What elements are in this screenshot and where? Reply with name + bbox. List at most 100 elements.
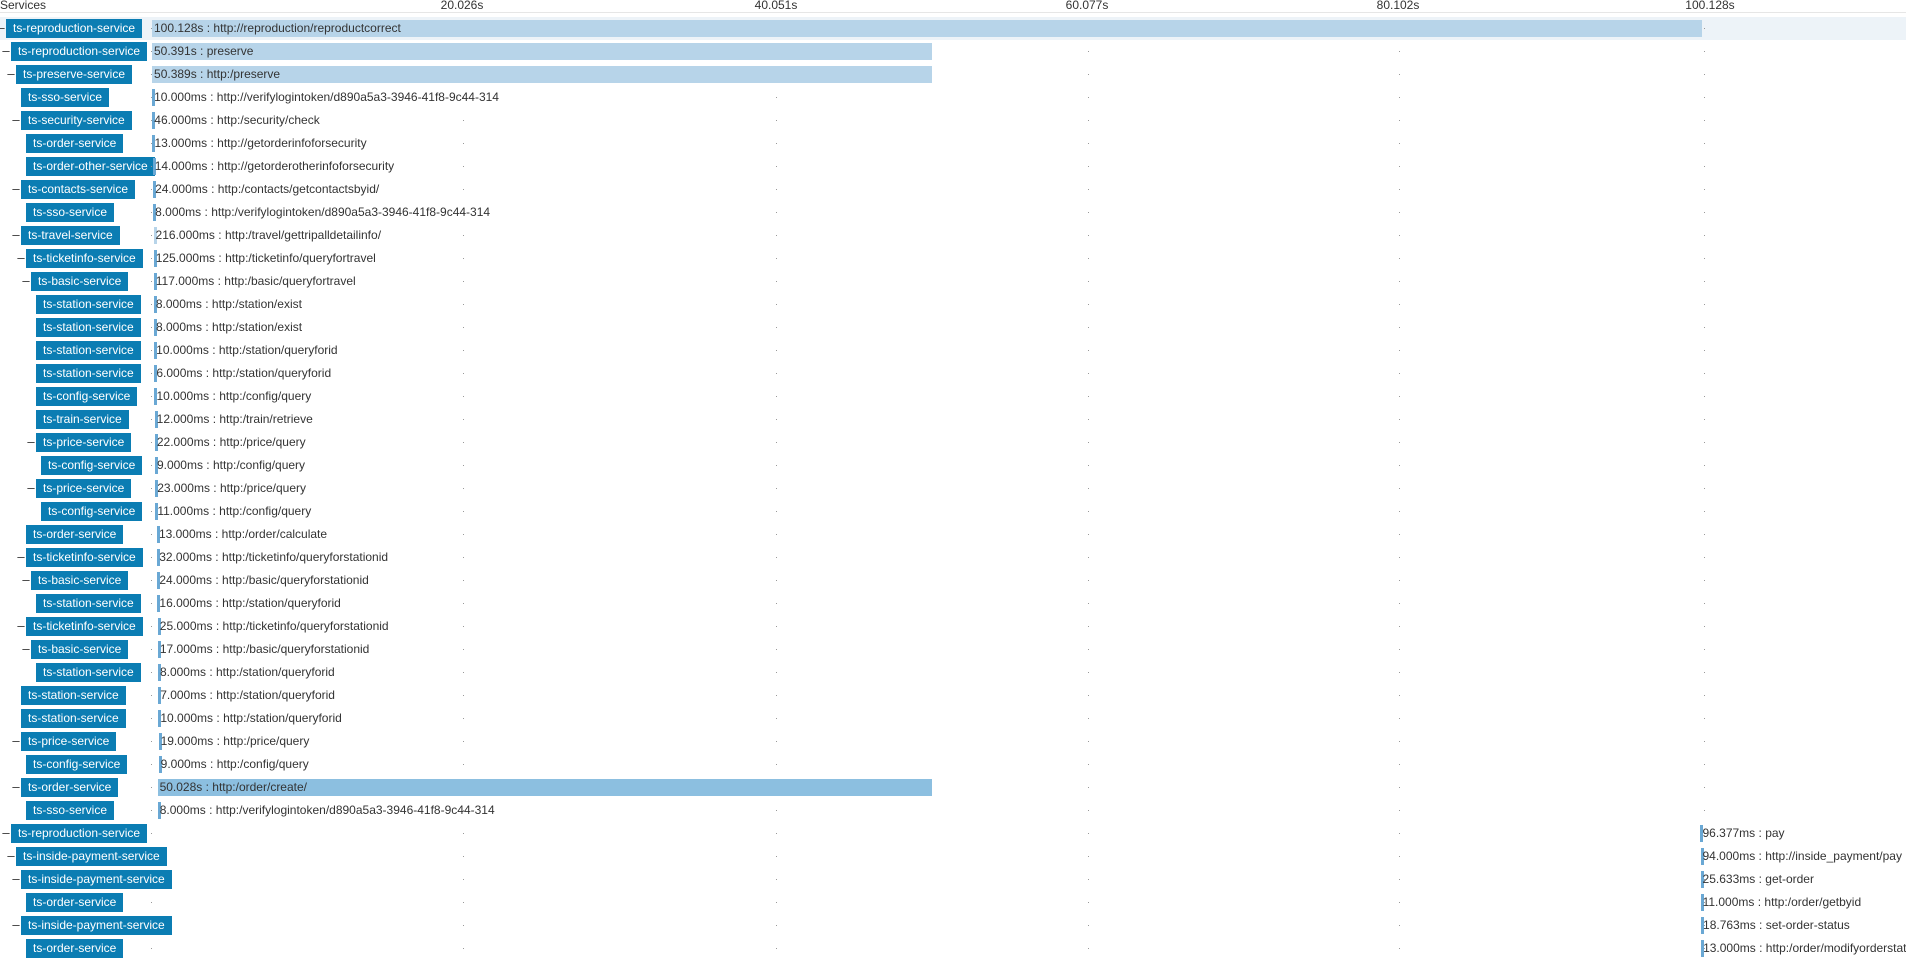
span-row[interactable]: – ts-price-service 23.000ms : http:/price/… [0,477,1906,500]
collapse-toggle-icon[interactable]: – [12,182,20,195]
collapse-toggle-icon[interactable]: – [2,44,10,57]
service-badge[interactable]: ts-station-service [36,364,141,383]
span-row[interactable]: –ts-reproduction-service 100.128s : http:… [0,17,1906,40]
service-badge[interactable]: ts-preserve-service [16,65,133,84]
span-row[interactable]: – ts-price-service 19.000ms : http:/price/… [0,730,1906,753]
span-row[interactable]: ts-sso-service 10.000ms : http://verifylo… [0,86,1906,109]
span-row[interactable]: ts-order-service 13.000ms : http:/order/m… [0,937,1906,960]
span-row[interactable]: – ts-travel-service 216.000ms : http:/trav… [0,224,1906,247]
collapse-toggle-icon[interactable]: – [12,872,20,885]
collapse-toggle-icon[interactable]: – [17,251,25,264]
service-badge[interactable]: ts-order-service [21,778,119,797]
span-row[interactable]: – ts-reproduction-service 50.391s : preser… [0,40,1906,63]
service-badge[interactable]: ts-security-service [21,111,132,130]
service-badge[interactable]: ts-sso-service [26,203,115,222]
service-badge[interactable]: ts-basic-service [31,640,129,659]
span-row[interactable]: ts-sso-service 8.000ms : http:/verifylogi… [0,201,1906,224]
service-badge[interactable]: ts-order-other-service [26,157,155,176]
span-row[interactable]: – ts-inside-payment-service 94.000ms : htt… [0,845,1906,868]
service-badge[interactable]: ts-order-service [26,525,124,544]
collapse-toggle-icon[interactable]: – [22,573,30,586]
service-badge[interactable]: ts-price-service [36,479,132,498]
span-row[interactable]: – ts-price-service 22.000ms : http:/price/… [0,431,1906,454]
service-badge[interactable]: ts-order-service [26,134,124,153]
collapse-toggle-icon[interactable]: – [7,67,15,80]
service-badge[interactable]: ts-station-service [36,341,141,360]
service-badge[interactable]: ts-config-service [41,502,143,521]
service-badge[interactable]: ts-station-service [36,663,141,682]
collapse-toggle-icon[interactable]: – [27,481,35,494]
collapse-toggle-icon[interactable]: – [22,642,30,655]
span-row[interactable]: – ts-contacts-service 24.000ms : http:/con… [0,178,1906,201]
service-badge[interactable]: ts-ticketinfo-service [26,617,143,636]
service-badge[interactable]: ts-ticketinfo-service [26,249,143,268]
service-badge[interactable]: ts-inside-payment-service [21,870,172,889]
span-row[interactable]: ts-config-service 9.000ms : http:/config/… [0,753,1906,776]
collapse-toggle-icon[interactable]: – [12,780,20,793]
span-row[interactable]: ts-station-service 8.000ms : http:/statio… [0,661,1906,684]
service-badge[interactable]: ts-inside-payment-service [16,847,167,866]
collapse-toggle-icon[interactable]: – [12,113,20,126]
span-row[interactable]: ts-sso-service 8.000ms : http:/verifylogi… [0,799,1906,822]
span-row[interactable]: ts-station-service 7.000ms : http:/statio… [0,684,1906,707]
span-row[interactable]: ts-config-service 11.000ms : http:/config… [0,500,1906,523]
span-row[interactable]: ts-station-service 8.000ms : http:/statio… [0,316,1906,339]
collapse-toggle-icon[interactable]: – [17,619,25,632]
span-row[interactable]: ts-order-service 11.000ms : http:/order/g… [0,891,1906,914]
service-badge[interactable]: ts-reproduction-service [11,824,148,843]
span-row[interactable]: – ts-basic-service 17.000ms : http:/basic/… [0,638,1906,661]
service-badge[interactable]: ts-basic-service [31,571,129,590]
service-badge[interactable]: ts-contacts-service [21,180,136,199]
service-badge[interactable]: ts-reproduction-service [11,42,148,61]
service-badge[interactable]: ts-station-service [36,594,141,613]
span-row[interactable]: – ts-ticketinfo-service 25.000ms : http:/t… [0,615,1906,638]
collapse-toggle-icon[interactable]: – [17,550,25,563]
collapse-toggle-icon[interactable]: – [0,21,5,34]
service-badge[interactable]: ts-train-service [36,410,129,429]
span-row[interactable]: – ts-preserve-service 50.389s : http:/pres… [0,63,1906,86]
service-badge[interactable]: ts-config-service [36,387,138,406]
span-duration-bar[interactable] [152,43,933,60]
collapse-toggle-icon[interactable]: – [27,435,35,448]
span-row[interactable]: – ts-ticketinfo-service 125.000ms : http:/… [0,247,1906,270]
service-badge[interactable]: ts-inside-payment-service [21,916,172,935]
service-badge[interactable]: ts-ticketinfo-service [26,548,143,567]
service-badge[interactable]: ts-station-service [36,318,141,337]
span-row[interactable]: – ts-order-service 50.028s : http:/order/c… [0,776,1906,799]
span-row[interactable]: ts-order-other-service 14.000ms : http://… [0,155,1906,178]
span-row[interactable]: ts-station-service 6.000ms : http:/statio… [0,362,1906,385]
collapse-toggle-icon[interactable]: – [2,826,10,839]
service-badge[interactable]: ts-station-service [21,686,126,705]
service-badge[interactable]: ts-price-service [36,433,132,452]
service-badge[interactable]: ts-station-service [36,295,141,314]
span-row[interactable]: ts-config-service 9.000ms : http:/config/… [0,454,1906,477]
span-row[interactable]: – ts-inside-payment-service 25.633ms : get… [0,868,1906,891]
span-row[interactable]: – ts-security-service 46.000ms : http:/sec… [0,109,1906,132]
collapse-toggle-icon[interactable]: – [22,274,30,287]
collapse-toggle-icon[interactable]: – [12,918,20,931]
service-badge[interactable]: ts-order-service [26,893,124,912]
service-badge[interactable]: ts-travel-service [21,226,120,245]
span-row[interactable]: – ts-reproduction-service 96.377ms : pay [0,822,1906,845]
collapse-toggle-icon[interactable]: – [12,734,20,747]
collapse-toggle-icon[interactable]: – [12,228,20,241]
span-row[interactable]: ts-train-service 12.000ms : http:/train/r… [0,408,1906,431]
span-row[interactable]: ts-station-service 16.000ms : http:/stati… [0,592,1906,615]
service-badge[interactable]: ts-config-service [26,755,128,774]
service-badge[interactable]: ts-sso-service [26,801,115,820]
span-row[interactable]: – ts-basic-service 117.000ms : http:/basic… [0,270,1906,293]
service-badge[interactable]: ts-sso-service [21,88,110,107]
span-row[interactable]: ts-order-service 13.000ms : http:/order/c… [0,523,1906,546]
service-badge[interactable]: ts-station-service [21,709,126,728]
span-row[interactable]: ts-station-service 10.000ms : http:/stati… [0,707,1906,730]
span-row[interactable]: ts-station-service 10.000ms : http:/stati… [0,339,1906,362]
span-row[interactable]: ts-config-service 10.000ms : http:/config… [0,385,1906,408]
span-row[interactable]: – ts-ticketinfo-service 32.000ms : http:/t… [0,546,1906,569]
service-badge[interactable]: ts-price-service [21,732,117,751]
service-badge[interactable]: ts-reproduction-service [6,19,143,38]
span-row[interactable]: ts-order-service 13.000ms : http://getord… [0,132,1906,155]
service-badge[interactable]: ts-basic-service [31,272,129,291]
service-badge[interactable]: ts-order-service [26,939,124,958]
span-row[interactable]: – ts-basic-service 24.000ms : http:/basic/… [0,569,1906,592]
span-row[interactable]: ts-station-service 8.000ms : http:/statio… [0,293,1906,316]
